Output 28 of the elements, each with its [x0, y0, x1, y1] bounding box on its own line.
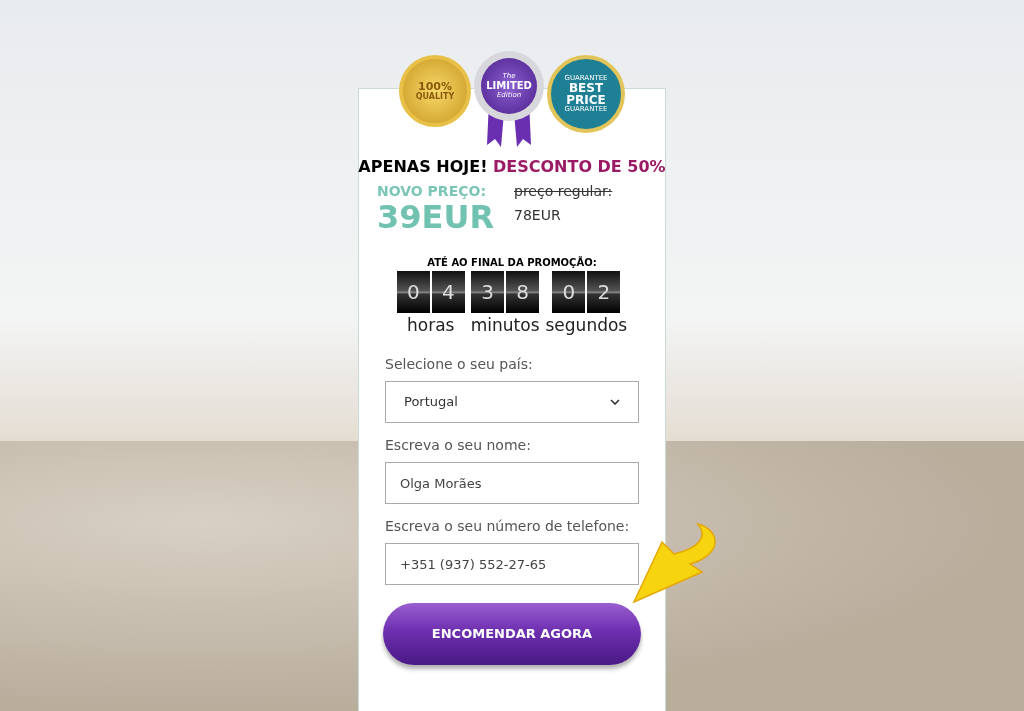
- seal-text: LIMITED: [486, 79, 532, 91]
- countdown-unit: segundos: [545, 313, 628, 337]
- promo-headline: APENAS HOJE! DESCONTO DE 50%: [358, 156, 666, 178]
- chevron-down-icon: [610, 399, 620, 405]
- countdown-digit: 0: [552, 270, 586, 313]
- seal-text: QUALITY: [415, 91, 455, 102]
- countdown-unit: horas: [407, 313, 455, 337]
- countdown-digit: 8: [506, 270, 540, 313]
- regular-price: 78EUR: [514, 205, 562, 225]
- seal-text: BEST: [568, 82, 604, 94]
- countdown-title: ATÉ AO FINAL DA PROMOÇÃO:: [427, 255, 597, 270]
- input-field[interactable]: Olga Morães: [385, 462, 639, 504]
- new-price-label: NOVO PREÇO:: [377, 183, 487, 201]
- input-field[interactable]: +351 (937) 552-27-65: [385, 543, 639, 585]
- field-label: Escreva o seu número de telefone:: [385, 517, 631, 536]
- seal-text: 100%: [418, 80, 452, 92]
- countdown-digit: 4: [431, 270, 465, 313]
- field-label: Selecione o seu país:: [385, 355, 534, 374]
- countdown-unit: minutos: [470, 313, 540, 337]
- countdown-digit: 0: [396, 270, 430, 313]
- new-price: 39EUR: [377, 200, 494, 233]
- field-label: Escreva o seu nome:: [385, 436, 532, 455]
- order-now-button[interactable]: ENCOMENDAR AGORA: [383, 603, 641, 665]
- seal-text: PRICE: [566, 94, 606, 106]
- regular-price-label: preço regular:: [514, 183, 613, 201]
- country-select[interactable]: Portugal: [385, 381, 639, 423]
- countdown-digit: 3: [471, 270, 505, 313]
- countdown-digit: 2: [587, 270, 621, 313]
